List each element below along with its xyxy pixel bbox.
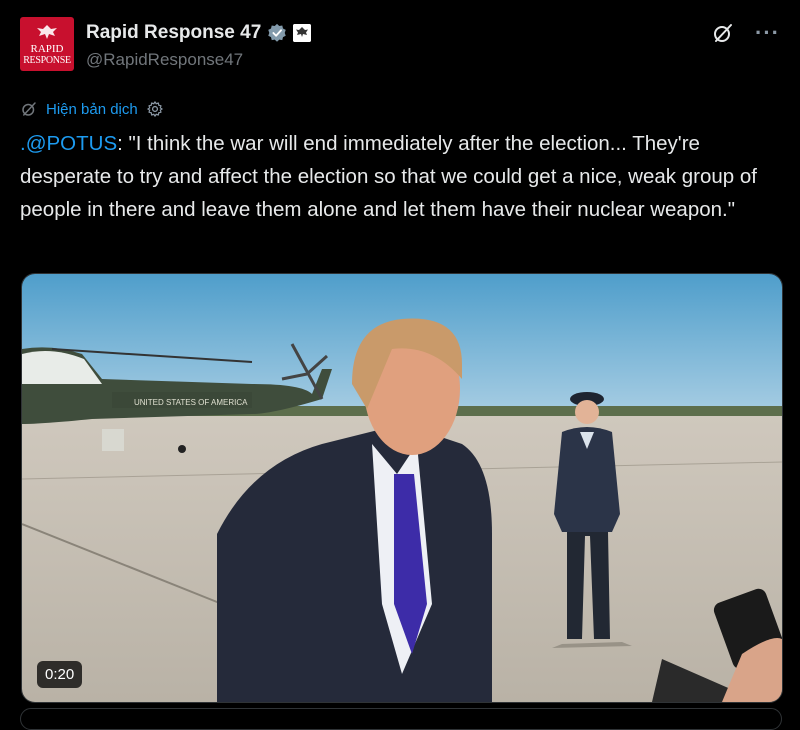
avatar-line-2: RESPONSE: [23, 55, 71, 66]
verified-badge-icon[interactable]: [267, 23, 287, 43]
header-actions: ···: [711, 21, 780, 45]
quoted-card-edge: [20, 708, 782, 730]
account-name-row: Rapid Response 47: [86, 22, 312, 44]
tweet-text: .@POTUS: "I think the war will end immed…: [20, 127, 780, 226]
translate-link[interactable]: Hiện bản dịch: [46, 101, 138, 118]
account-name[interactable]: Rapid Response 47: [86, 22, 261, 44]
helicopter-marking: UNITED STATES OF AMERICA: [134, 398, 248, 407]
tweet-body: : "I think the war will end immediately …: [20, 132, 757, 221]
video-player[interactable]: UNITED STATES OF AMERICA 0:20: [21, 273, 783, 703]
avatar[interactable]: RAPID RESPONSE: [20, 17, 74, 71]
video-timestamp: 0:20: [37, 661, 83, 688]
translate-icon: [22, 102, 36, 116]
avatar-brand-text: RAPID RESPONSE: [20, 43, 74, 67]
avatar-line-1: RAPID: [30, 43, 64, 55]
translate-row[interactable]: Hiện bản dịch: [20, 100, 164, 118]
mention-link[interactable]: .@POTUS: [20, 132, 117, 155]
settings-icon[interactable]: [146, 100, 164, 118]
account-handle[interactable]: @RapidResponse47: [86, 50, 243, 70]
eagle-seal-icon: [37, 25, 57, 39]
video-frame: UNITED STATES OF AMERICA: [22, 274, 782, 702]
grok-icon[interactable]: [711, 21, 735, 45]
affiliation-badge-icon[interactable]: [293, 24, 312, 42]
more-icon[interactable]: ···: [755, 22, 780, 44]
